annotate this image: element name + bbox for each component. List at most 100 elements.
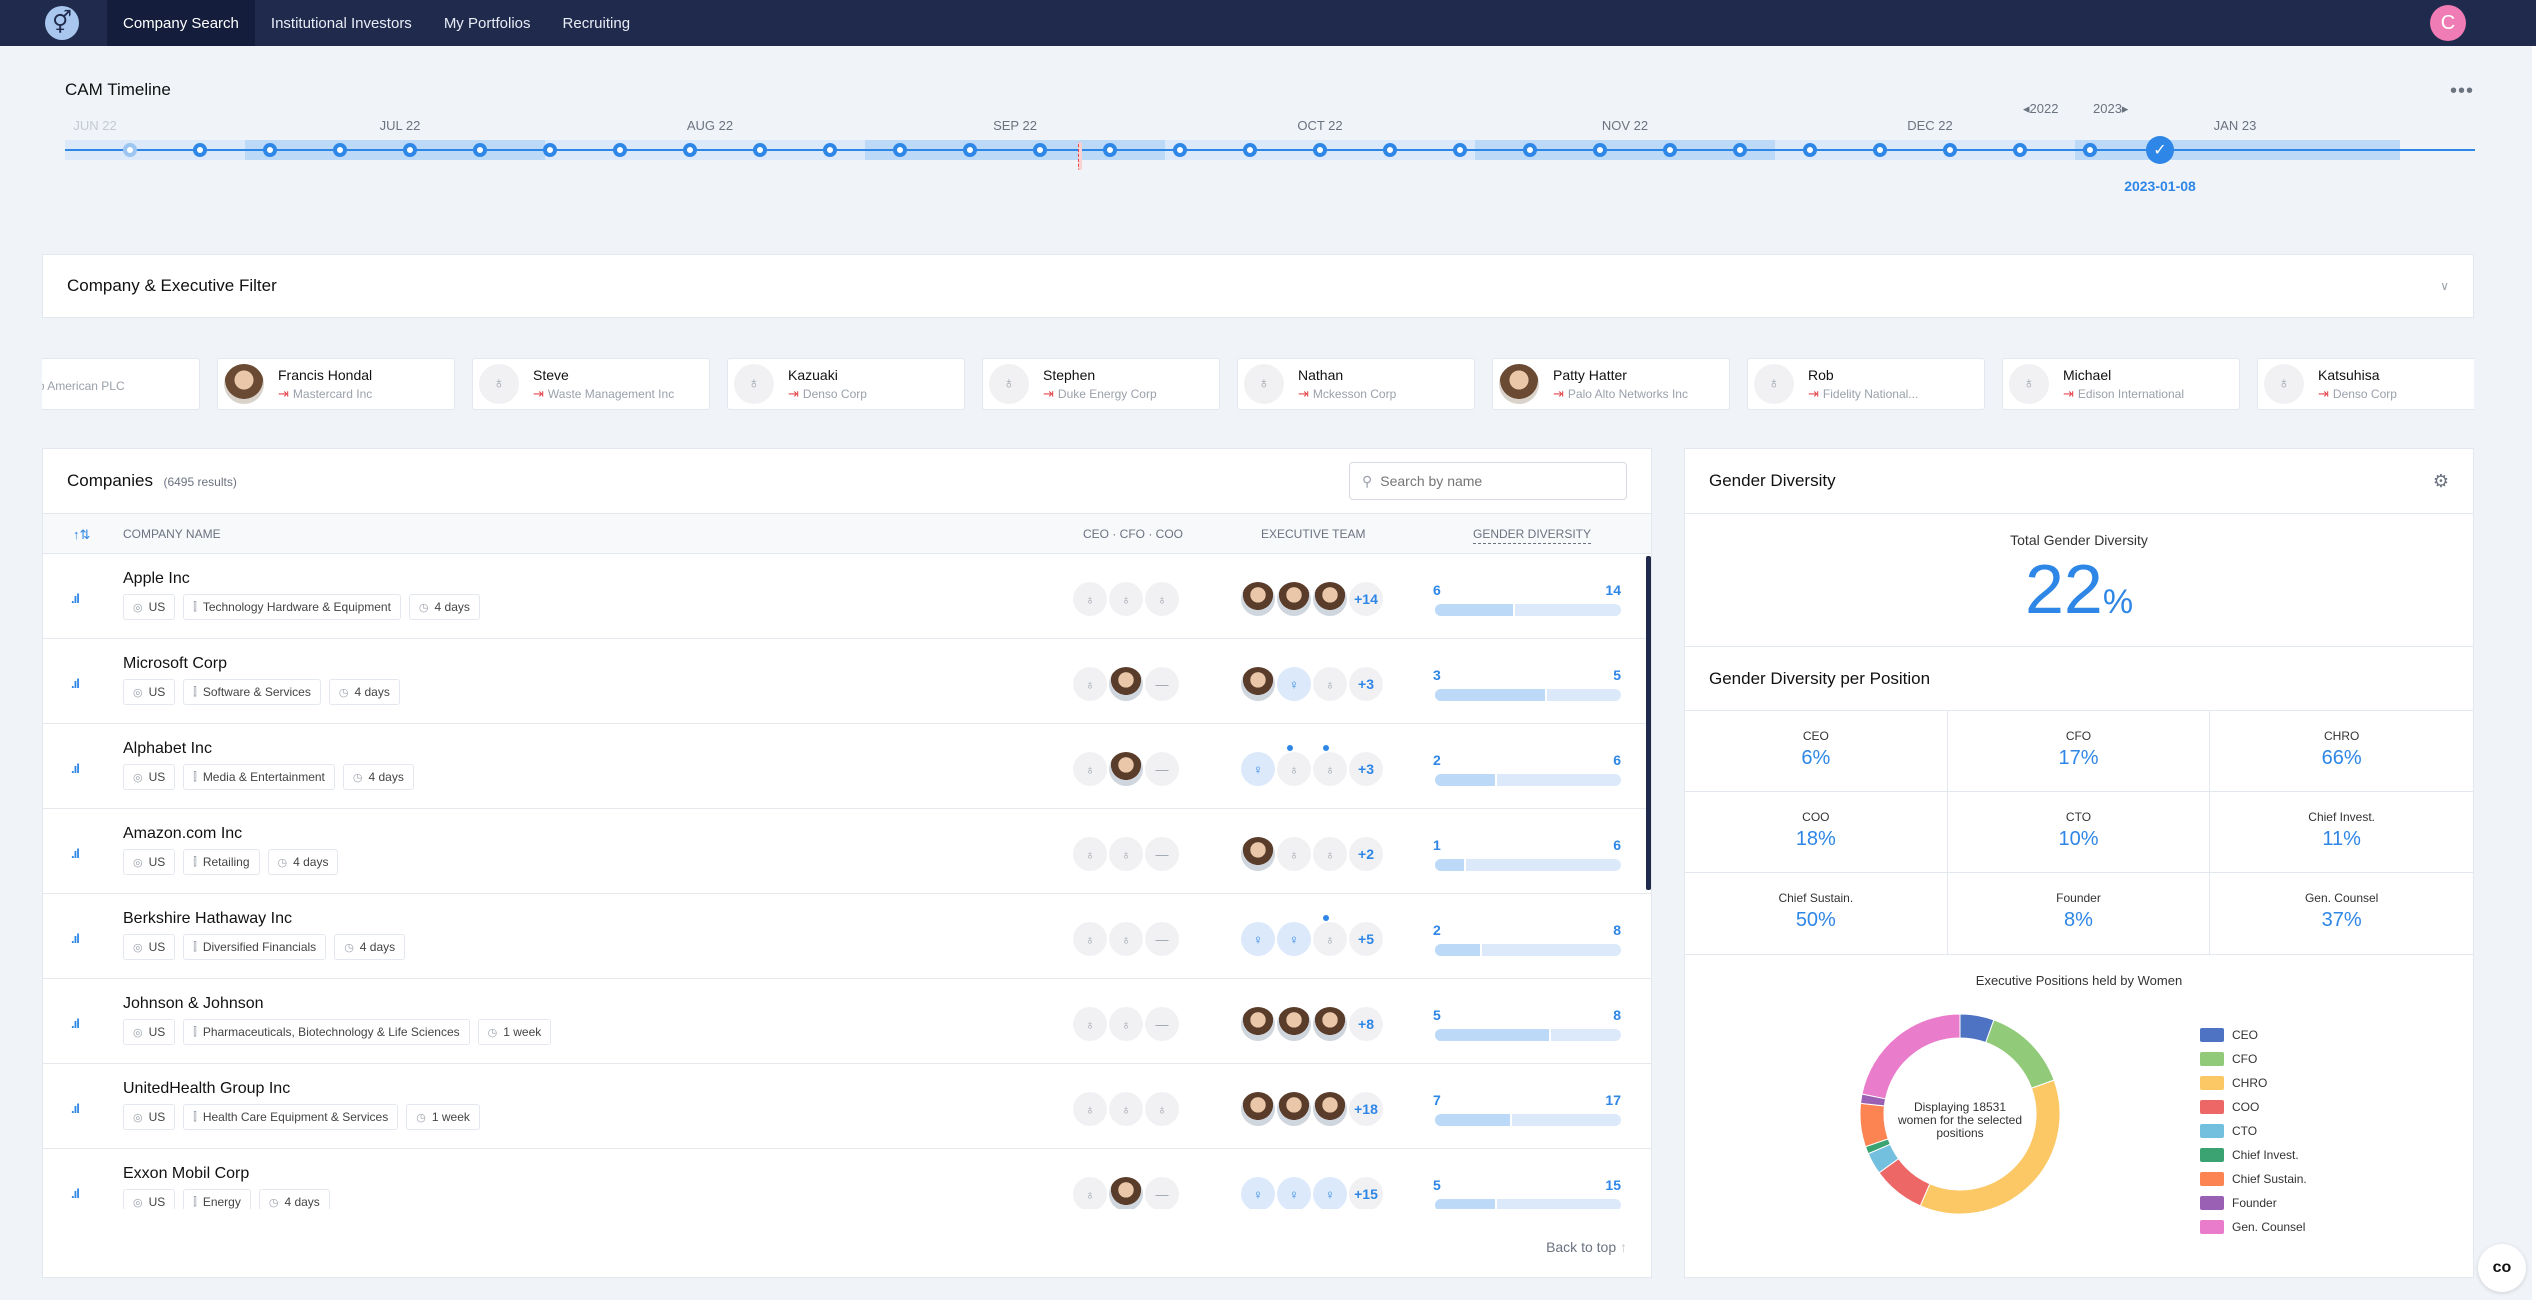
executive-card[interactable]: ♁ Stephen ⇥ Duke Energy Corp [982,358,1220,410]
timeline-week-dot[interactable] [1733,143,1747,157]
timeline-week-dot[interactable] [2083,143,2097,157]
more-executives-badge[interactable]: +8 [1349,1007,1383,1041]
female-placeholder-icon[interactable]: ♀ [1241,1177,1275,1209]
table-row[interactable]: .ıl UnitedHealth Group Inc ◎ US ⫿ Health Care… [43,1064,1651,1149]
executive-card[interactable]: ♁ Rob ⇥ Fidelity National... [1747,358,1985,410]
timeline-week-dot[interactable] [1173,143,1187,157]
executive-card[interactable]: ♁ Nathan ⇥ Mckesson Corp [1237,358,1475,410]
male-placeholder-icon[interactable]: ♁ [1109,837,1143,871]
male-placeholder-icon[interactable]: ♁ [1145,1092,1179,1126]
chevron-down-icon[interactable]: ∨ [2440,279,2449,293]
female-placeholder-icon[interactable]: ♀ [1277,1177,1311,1209]
male-placeholder-icon[interactable]: ♁ [1109,922,1143,956]
timeline-week-dot[interactable] [963,143,977,157]
executive-card[interactable]: ♁ Michael ⇥ Edison International [2002,358,2240,410]
male-placeholder-icon[interactable]: ♁ [1277,837,1311,871]
timeline-next-year[interactable]: 2023▸ [2093,101,2128,117]
donut-slice-chief-sustain-[interactable] [1859,1102,1889,1148]
company-name[interactable]: Berkshire Hathaway Inc [123,910,292,928]
timeline-week-dot[interactable] [1103,143,1117,157]
table-row[interactable]: .ıl Alphabet Inc ◎ US ⫿ Media & Entertainment… [43,724,1651,809]
timeline-week-dot[interactable] [1243,143,1257,157]
user-avatar[interactable]: C [2430,5,2466,41]
table-scrollbar[interactable] [1646,556,1651,890]
gender-symbol-icon[interactable]: ⚥ [45,6,79,40]
timeline-week-dot[interactable] [1033,143,1047,157]
empty-position-icon[interactable]: — [1145,752,1179,786]
timeline-week-dot[interactable] [1663,143,1677,157]
executive-photo[interactable] [1241,1007,1275,1041]
executive-photo[interactable] [1109,1177,1143,1209]
company-name[interactable]: Amazon.com Inc [123,825,242,843]
executive-photo[interactable] [1241,837,1275,871]
legend-item[interactable]: CFO [2200,1047,2307,1071]
timeline-week-dot[interactable] [473,143,487,157]
executive-photo[interactable] [1109,667,1143,701]
empty-position-icon[interactable]: — [1145,1007,1179,1041]
col-gender-diversity[interactable]: GENDER DIVERSITY [1473,527,1592,544]
executive-photo[interactable] [1313,1007,1347,1041]
male-placeholder-icon[interactable]: ♁ [1145,582,1179,616]
legend-item[interactable]: CTO [2200,1119,2307,1143]
timeline-week-dot[interactable] [333,143,347,157]
executive-photo[interactable] [1313,1092,1347,1126]
company-name[interactable]: Exxon Mobil Corp [123,1165,249,1183]
male-placeholder-icon[interactable]: ♁ [1073,1092,1107,1126]
executive-photo[interactable] [1241,667,1275,701]
male-placeholder-icon[interactable]: ♁ [1073,1007,1107,1041]
male-placeholder-icon[interactable]: ♁ [1313,667,1347,701]
executive-card[interactable]: ♁ Steve ⇥ Waste Management Inc [472,358,710,410]
chat-widget-button[interactable]: co [2478,1244,2526,1292]
donut-slice-cfo[interactable] [1985,1019,2055,1089]
timeline-week-dot[interactable] [1313,143,1327,157]
male-placeholder-icon[interactable]: ♁ [1313,922,1347,956]
executive-photo[interactable] [1277,1092,1311,1126]
table-row[interactable]: .ıl Apple Inc ◎ US ⫿ Technology Hardware & Eq… [43,554,1651,639]
table-row[interactable]: .ıl Microsoft Corp ◎ US ⫿ Software & Services… [43,639,1651,724]
more-executives-badge[interactable]: +3 [1349,667,1383,701]
timeline-week-dot[interactable] [403,143,417,157]
timeline-week-dot[interactable] [263,143,277,157]
timeline-week-dot[interactable] [1593,143,1607,157]
legend-item[interactable]: COO [2200,1095,2307,1119]
donut-slice-gen-counsel[interactable] [1861,1013,1961,1100]
legend-item[interactable]: Founder [2200,1191,2307,1215]
company-name[interactable]: Johnson & Johnson [123,995,264,1013]
executive-photo[interactable] [1277,1007,1311,1041]
executive-card[interactable]: ♁ Kazuaki ⇥ Denso Corp [727,358,965,410]
female-placeholder-icon[interactable]: ♀ [1241,922,1275,956]
more-executives-badge[interactable]: +3 [1349,752,1383,786]
empty-position-icon[interactable]: — [1145,922,1179,956]
male-placeholder-icon[interactable]: ♁ [1073,1177,1107,1209]
nav-tab-company-search[interactable]: Company Search [107,0,255,46]
timeline-week-dot[interactable] [613,143,627,157]
empty-position-icon[interactable]: — [1145,1177,1179,1209]
timeline-week-dot[interactable] [2013,143,2027,157]
executive-photo[interactable] [1277,582,1311,616]
table-row[interactable]: .ıl Johnson & Johnson ◎ US ⫿ Pharmaceuticals,… [43,979,1651,1064]
timeline-week-dot[interactable] [1383,143,1397,157]
executive-photo[interactable] [1109,752,1143,786]
company-executive-filter[interactable]: Company & Executive Filter ∨ [42,254,2474,318]
page-scrollbar[interactable] [2532,46,2536,1300]
executive-photo[interactable] [1313,582,1347,616]
male-placeholder-icon[interactable]: ♁ [1313,752,1347,786]
timeline-week-dot[interactable] [893,143,907,157]
executive-photo[interactable] [1241,1092,1275,1126]
executive-card[interactable]: Francis Hondal ⇥ Mastercard Inc [217,358,455,410]
timeline-week-dot[interactable] [1803,143,1817,157]
legend-item[interactable]: Chief Sustain. [2200,1167,2307,1191]
sort-icon[interactable]: ↑⇅ [73,527,90,543]
female-placeholder-icon[interactable]: ♀ [1277,667,1311,701]
female-placeholder-icon[interactable]: ♀ [1313,1177,1347,1209]
male-placeholder-icon[interactable]: ♁ [1073,752,1107,786]
female-placeholder-icon[interactable]: ♀ [1241,752,1275,786]
more-executives-badge[interactable]: +15 [1349,1177,1383,1209]
timeline-week-dot[interactable] [1943,143,1957,157]
timeline-week-dot[interactable] [753,143,767,157]
company-name[interactable]: Alphabet Inc [123,740,212,758]
executive-photo[interactable] [1241,582,1275,616]
timeline-selected-week[interactable]: ✓ [2146,136,2174,164]
executive-card[interactable]: ♁ Katsuhisa ⇥ Denso Corp [2257,358,2474,410]
timeline-week-dot[interactable] [1873,143,1887,157]
